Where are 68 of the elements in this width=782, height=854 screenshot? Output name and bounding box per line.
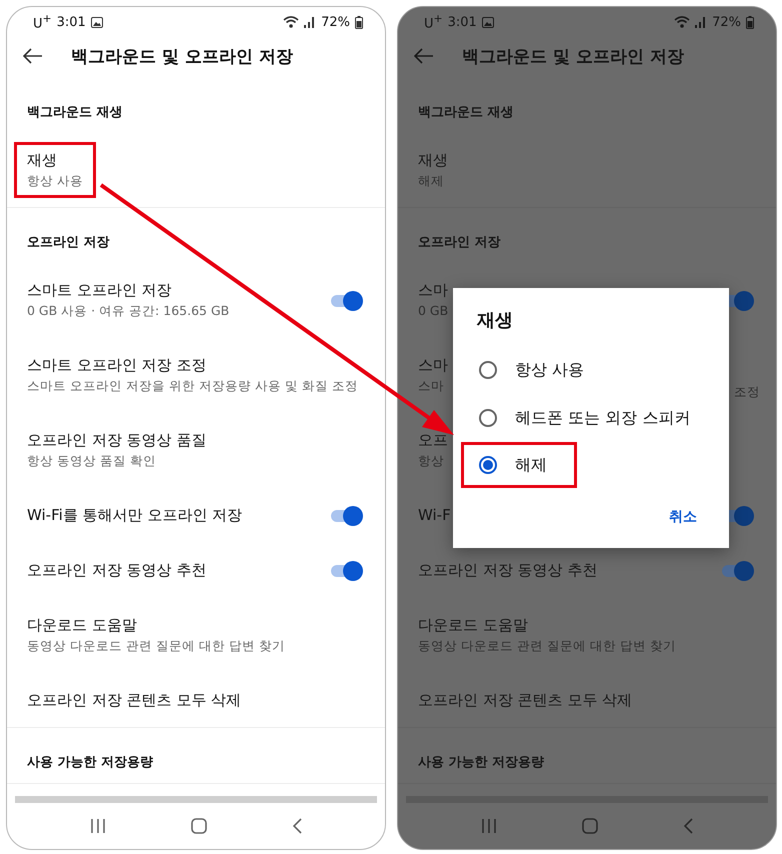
- radio-button[interactable]: [479, 361, 497, 379]
- setting-title: 오프라인 저장 동영상 추천: [418, 560, 598, 581]
- toggle-switch[interactable]: [722, 560, 752, 579]
- battery-percent: 72%: [712, 14, 741, 30]
- section-header: 오프라인 저장: [26, 234, 111, 252]
- section-header: 사용 가능한 저장용량: [417, 754, 546, 772]
- home-icon[interactable]: [582, 818, 598, 834]
- option-label[interactable]: 헤드폰 또는 외장 스피커: [515, 405, 705, 431]
- signal-icon: [695, 16, 708, 28]
- setting-title: 오프라인 저장 콘텐츠 모두 삭제: [27, 690, 242, 711]
- image-icon: [482, 16, 494, 28]
- cancel-button[interactable]: 취소: [665, 504, 701, 530]
- setting-title: Wi-Fi를 통해서만 오프라인 저장: [27, 504, 242, 526]
- setting-title: 재생: [27, 150, 57, 171]
- option-label[interactable]: 항상 사용: [515, 357, 705, 383]
- option-label[interactable]: 해제: [515, 452, 559, 478]
- setting-title: 오프라인 저장 동영상 품질: [27, 430, 206, 451]
- setting-title: 다운로드 도움말: [418, 614, 528, 636]
- recent-apps-icon[interactable]: [480, 818, 497, 834]
- wifi-icon: [674, 16, 690, 28]
- battery-icon: [355, 16, 363, 28]
- setting-title: 오프라인 저장 동영상 추천: [27, 560, 206, 581]
- setting-title: 스마트 오프라인 저장: [27, 280, 172, 302]
- page-title: 백그라운드 및 오프라인 저장: [71, 46, 293, 68]
- setting-title: 재생: [418, 150, 448, 171]
- battery-percent: 72%: [321, 14, 350, 30]
- setting-subtitle: 항상: [418, 452, 444, 470]
- setting-title: 오프: [418, 430, 448, 451]
- setting-subtitle: 동영상 다운로드 관련 질문에 대한 답변 찾기: [27, 636, 285, 655]
- section-header: 백그라운드 재생: [26, 104, 124, 122]
- setting-subtitle: 조정: [734, 384, 760, 401]
- battery-icon: [746, 16, 754, 28]
- carrier-label: U$^{+}$: [33, 12, 52, 32]
- setting-title: 스마트 오프라인 저장 조정: [27, 355, 206, 376]
- recent-apps-icon[interactable]: [90, 818, 106, 834]
- section-header: 오프라인 저장: [417, 234, 502, 252]
- toggle-switch[interactable]: [331, 560, 361, 579]
- dialog-title: 재생: [476, 309, 514, 333]
- carrier-label: U$^{+}$: [424, 12, 443, 32]
- setting-title: 스마: [418, 355, 448, 376]
- toggle-switch[interactable]: [331, 506, 361, 524]
- setting-subtitle: 0 GB: [418, 302, 448, 320]
- back-icon[interactable]: [683, 818, 694, 834]
- setting-subtitle: 항상 사용: [27, 172, 83, 190]
- page-title: 백그라운드 및 오프라인 저장: [462, 46, 684, 68]
- radio-button[interactable]: [479, 409, 497, 427]
- setting-title: 오프라인 저장 콘텐츠 모두 삭제: [418, 690, 632, 711]
- back-arrow-icon[interactable]: [23, 48, 43, 64]
- setting-title: 스마: [418, 280, 448, 302]
- setting-subtitle: 스마트 오프라인 저장을 위한 저장용량 사용 및 화질 조정: [27, 377, 358, 396]
- wifi-icon: [283, 16, 300, 28]
- status-time: 3:01: [56, 14, 86, 30]
- section-header: 사용 가능한 저장용량: [26, 754, 154, 772]
- setting-title: 다운로드 도움말: [27, 614, 137, 636]
- setting-subtitle: 항상 동영상 품질 확인: [27, 452, 156, 470]
- status-time: 3:01: [448, 14, 477, 30]
- setting-subtitle: 해제: [418, 172, 444, 190]
- radio-button[interactable]: [479, 456, 497, 474]
- image-icon: [90, 16, 103, 28]
- setting-subtitle: 0 GB 사용 · 여유 공간: 165.65 GB: [27, 302, 230, 320]
- toggle-switch[interactable]: [331, 291, 361, 310]
- setting-subtitle: 스마: [418, 377, 444, 396]
- setting-subtitle: 동영상 다운로드 관련 질문에 대한 답변 찾기: [418, 636, 676, 655]
- section-header: 백그라운드 재생: [417, 104, 515, 122]
- signal-icon: [304, 16, 316, 28]
- back-icon[interactable]: [292, 818, 302, 834]
- home-icon[interactable]: [190, 818, 207, 834]
- setting-title: Wi-F: [418, 504, 451, 526]
